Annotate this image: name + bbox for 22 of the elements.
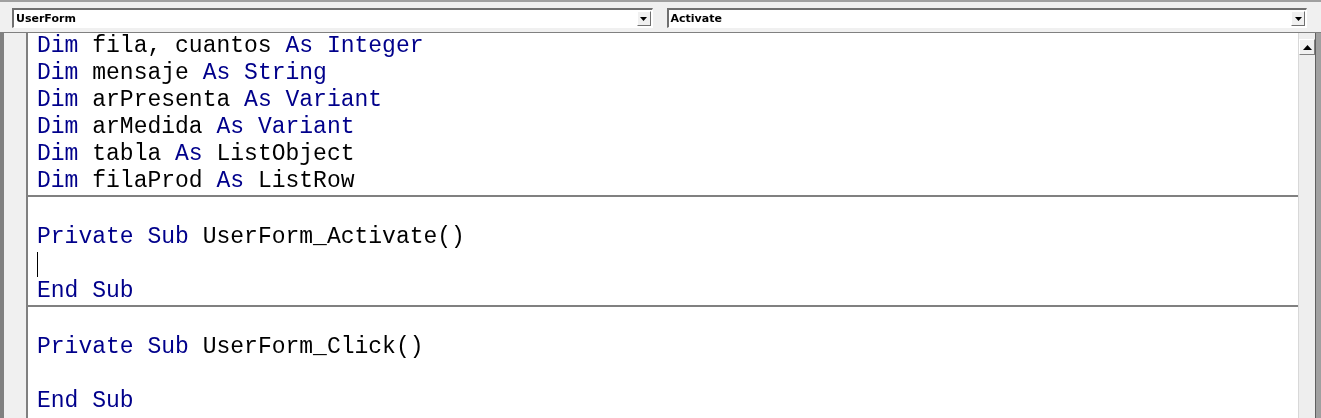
object-dropdown[interactable]: UserForm xyxy=(12,8,653,28)
code-line: End Sub xyxy=(37,278,134,305)
code-line: Dim arMedida As Variant xyxy=(37,114,355,141)
up-triangle-icon xyxy=(1302,44,1312,50)
code-line: Private Sub UserForm_Click() xyxy=(37,334,424,361)
procedure-dropdown[interactable]: Activate xyxy=(666,8,1307,28)
code-line: Dim mensaje As String xyxy=(37,60,327,87)
caret-icon xyxy=(640,16,647,21)
code-line: Dim fila, cuantos As Integer xyxy=(37,33,424,60)
code-line: Dim tabla As ListObject xyxy=(37,141,355,168)
code-line: Private Sub UserForm_Activate() xyxy=(37,224,465,251)
dropdown-value: UserForm xyxy=(15,12,77,25)
code-line: End Sub xyxy=(37,388,134,415)
caret-icon xyxy=(1294,16,1302,21)
text-caret xyxy=(37,252,38,277)
dropdown-button[interactable] xyxy=(1291,11,1305,26)
code-line: Dim filaProd As ListRow xyxy=(37,168,355,195)
dropdown-value: Activate xyxy=(669,12,723,25)
scroll-up-button[interactable] xyxy=(1299,39,1315,55)
dropdown-button[interactable] xyxy=(636,11,651,26)
vertical-scrollbar[interactable] xyxy=(1298,33,1315,418)
code-line: Dim arPresenta As Variant xyxy=(37,87,383,114)
